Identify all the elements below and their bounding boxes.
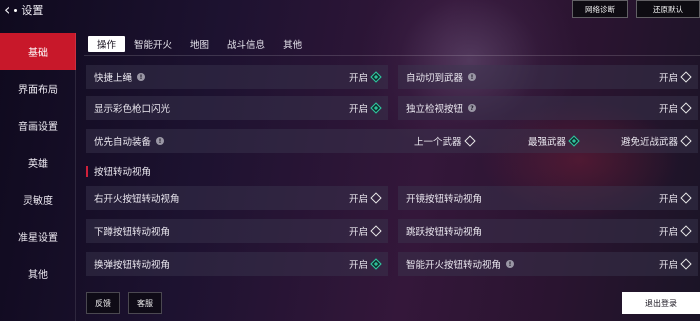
option-avoid-melee[interactable]: 避免近战武器: [620, 129, 692, 153]
setting-row-reload-button-view[interactable]: 换弹按钮转动视角 开启: [86, 252, 388, 276]
sidebar-item-layout[interactable]: 界面布局: [0, 70, 76, 107]
info-icon[interactable]: !: [156, 137, 165, 145]
top-bar: ‹ 设置 网络诊断 还原默认: [0, 0, 700, 20]
page-title: 设置: [21, 4, 44, 17]
logout-button[interactable]: 退出登录: [622, 292, 700, 314]
setting-row-crouch-button-view[interactable]: 下蹲按钮转动视角 开启: [86, 219, 388, 243]
setting-label: 优先自动装备: [94, 137, 152, 148]
tab-map[interactable]: 地图: [181, 36, 218, 52]
setting-row-smart-fire-button-view[interactable]: 智能开火按钮转动视角 ! 开启: [398, 252, 698, 276]
toggle-jump-button-view[interactable]: 开启: [658, 219, 692, 243]
diamond-checked-icon: [370, 258, 382, 270]
option-previous-weapon[interactable]: 上一个武器: [414, 129, 476, 153]
info-icon[interactable]: !: [506, 260, 515, 268]
toggle-label: 开启: [348, 194, 368, 205]
setting-label: 下蹲按钮转动视角: [94, 227, 171, 238]
section-title: 按钮转动视角: [94, 167, 152, 178]
setting-row-scope-button-view[interactable]: 开镜按钮转动视角 开启: [398, 186, 698, 210]
section-accent-bar: [86, 165, 88, 177]
diamond-checked-icon: [370, 71, 382, 83]
option-strongest-weapon[interactable]: 最强武器: [528, 129, 580, 153]
setting-label: 快捷上绳: [94, 73, 133, 84]
network-diagnosis-button[interactable]: 网络诊断: [572, 0, 628, 18]
setting-label: 开镜按钮转动视角: [406, 194, 483, 205]
back-button[interactable]: ‹ 设置: [4, 1, 43, 19]
toggle-inspect-button[interactable]: 开启: [658, 96, 692, 120]
toggle-auto-switch-weapon[interactable]: 开启: [658, 65, 692, 89]
diamond-unchecked-icon: [680, 258, 692, 270]
toggle-scope-button-view[interactable]: 开启: [658, 186, 692, 210]
setting-row-auto-equip: 优先自动装备 ! 上一个武器 最强武器 避免近战武器: [86, 129, 698, 153]
toggle-label: 开启: [348, 104, 368, 115]
diamond-unchecked-icon: [370, 192, 382, 204]
info-icon[interactable]: !: [468, 73, 477, 81]
diamond-unchecked-icon: [463, 135, 476, 147]
setting-label: 右开火按钮转动视角: [94, 194, 180, 205]
option-label: 上一个武器: [414, 137, 462, 148]
toggle-label: 开启: [658, 194, 678, 205]
tab-bar: 操作 智能开火 地图 战斗信息 其他: [88, 36, 311, 54]
chevron-left-icon: ‹: [4, 0, 11, 19]
sidebar: 基础 界面布局 音画设置 英雄 灵敏度 准星设置 其他: [0, 33, 76, 321]
tab-smart-fire[interactable]: 智能开火: [125, 36, 181, 52]
diamond-checked-icon: [568, 135, 580, 147]
sidebar-item-audio-video[interactable]: 音画设置: [0, 107, 76, 144]
toggle-smart-fire-button-view[interactable]: 开启: [658, 252, 692, 276]
toggle-label: 开启: [658, 104, 678, 115]
diamond-unchecked-icon: [680, 225, 692, 237]
option-label: 最强武器: [528, 137, 567, 148]
setting-label: 显示彩色枪口闪光: [94, 104, 171, 115]
setting-row-auto-switch-weapon[interactable]: 自动切到武器 ! 开启: [398, 65, 698, 89]
sidebar-item-sensitivity[interactable]: 灵敏度: [0, 181, 76, 218]
tab-combat-info[interactable]: 战斗信息: [218, 36, 274, 52]
toggle-label: 开启: [658, 260, 678, 271]
toggle-label: 开启: [658, 73, 678, 84]
dot-icon: [14, 8, 18, 12]
setting-row-quick-rope[interactable]: 快捷上绳 ! 开启: [86, 65, 388, 89]
setting-label: 跳跃按钮转动视角: [406, 227, 483, 238]
feedback-button[interactable]: 反馈: [86, 292, 120, 314]
sidebar-divider: [75, 33, 76, 321]
setting-row-jump-button-view[interactable]: 跳跃按钮转动视角 开启: [398, 219, 698, 243]
help-icon[interactable]: ?: [468, 104, 477, 112]
toggle-reload-button-view[interactable]: 开启: [348, 252, 382, 276]
toggle-label: 开启: [348, 227, 368, 238]
sidebar-item-hero[interactable]: 英雄: [0, 144, 76, 181]
sidebar-item-crosshair[interactable]: 准星设置: [0, 218, 76, 255]
support-button[interactable]: 客服: [128, 292, 162, 314]
reset-default-button[interactable]: 还原默认: [636, 0, 700, 18]
option-label: 避免近战武器: [620, 137, 678, 148]
toggle-label: 开启: [348, 260, 368, 271]
section-header: 按钮转动视角: [86, 164, 151, 178]
diamond-unchecked-icon: [680, 135, 692, 147]
toggle-crouch-button-view[interactable]: 开启: [348, 219, 382, 243]
setting-row-fire-button-view[interactable]: 右开火按钮转动视角 开启: [86, 186, 388, 210]
sidebar-item-basic[interactable]: 基础: [0, 33, 76, 70]
setting-row-muzzle-flash[interactable]: 显示彩色枪口闪光 开启: [86, 96, 388, 120]
diamond-checked-icon: [370, 102, 382, 114]
toggle-fire-button-view[interactable]: 开启: [348, 186, 382, 210]
setting-label: 换弹按钮转动视角: [94, 260, 171, 271]
toggle-label: 开启: [658, 227, 678, 238]
sidebar-item-other[interactable]: 其他: [0, 255, 76, 292]
diamond-unchecked-icon: [680, 192, 692, 204]
info-icon[interactable]: !: [137, 73, 146, 81]
toggle-muzzle-flash[interactable]: 开启: [348, 96, 382, 120]
toggle-label: 开启: [348, 73, 368, 84]
diamond-unchecked-icon: [370, 225, 382, 237]
diamond-unchecked-icon: [680, 71, 692, 83]
tab-divider: [84, 55, 700, 56]
setting-row-inspect-button[interactable]: 独立检视按钮 ? 开启: [398, 96, 698, 120]
toggle-quick-rope[interactable]: 开启: [348, 65, 382, 89]
diamond-unchecked-icon: [680, 102, 692, 114]
setting-label: 独立检视按钮: [406, 104, 464, 115]
tab-operation[interactable]: 操作: [88, 36, 126, 52]
tab-other[interactable]: 其他: [274, 36, 311, 52]
setting-label: 自动切到武器: [406, 73, 464, 84]
setting-label: 智能开火按钮转动视角: [406, 260, 502, 271]
